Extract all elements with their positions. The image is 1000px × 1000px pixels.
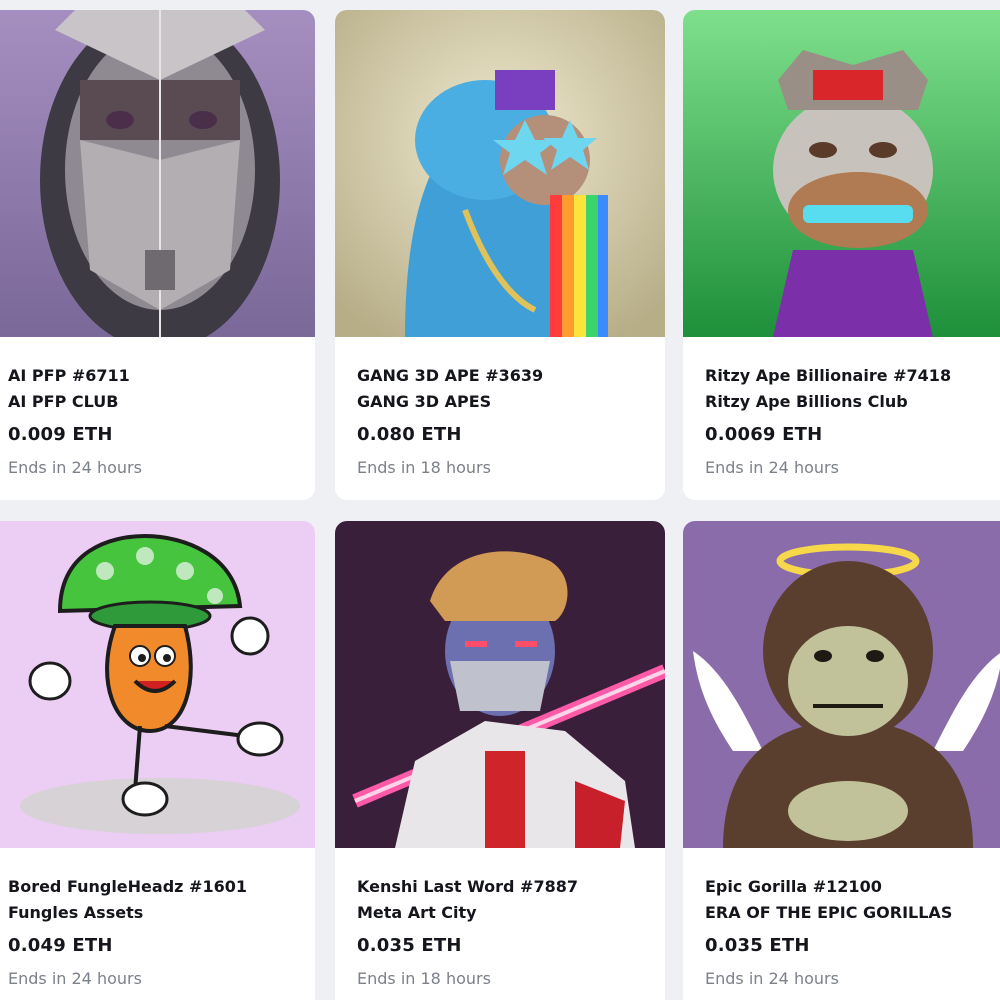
nft-card[interactable]: Epic Gorilla #12100 ERA OF THE EPIC GORI… — [683, 521, 1000, 1000]
auction-ends: Ends in 24 hours — [705, 969, 839, 988]
auction-ends: Ends in 24 hours — [8, 458, 142, 477]
auction-ends: Ends in 18 hours — [357, 458, 491, 477]
price: 0.009 ETH — [8, 424, 113, 445]
price: 0.035 ETH — [357, 935, 462, 956]
nft-name: AI PFP #6711 — [8, 366, 130, 385]
nft-name: GANG 3D APE #3639 — [357, 366, 544, 385]
nft-image[interactable] — [683, 521, 1000, 848]
auction-ends: Ends in 24 hours — [8, 969, 142, 988]
price: 0.0069 ETH — [705, 424, 823, 445]
nft-name: Ritzy Ape Billionaire #7418 — [705, 366, 952, 385]
collection-name[interactable]: AI PFP CLUB — [8, 389, 293, 415]
collection-name[interactable]: GANG 3D APES — [357, 389, 643, 415]
collection-name[interactable]: Ritzy Ape Billions Club — [705, 389, 991, 415]
price: 0.080 ETH — [357, 424, 462, 445]
nft-name: Kenshi Last Word #7887 — [357, 877, 578, 896]
collection-name[interactable]: Meta Art City — [357, 900, 643, 926]
nft-image[interactable] — [683, 10, 1000, 337]
nft-card[interactable]: Kenshi Last Word #7887 Meta Art City 0.0… — [335, 521, 665, 1000]
auction-ends: Ends in 24 hours — [705, 458, 839, 477]
nft-name: Bored FungleHeadz #1601 — [8, 877, 247, 896]
price: 0.049 ETH — [8, 935, 113, 956]
nft-name: Epic Gorilla #12100 — [705, 877, 882, 896]
collection-name[interactable]: Fungles Assets — [8, 900, 293, 926]
nft-card[interactable]: GANG 3D APE #3639 GANG 3D APES 0.080 ETH… — [335, 10, 665, 500]
price: 0.035 ETH — [705, 935, 810, 956]
auction-ends: Ends in 18 hours — [357, 969, 491, 988]
nft-image[interactable] — [335, 521, 665, 848]
collection-name[interactable]: ERA OF THE EPIC GORILLAS — [705, 900, 991, 926]
nft-card[interactable]: AI PFP #6711 AI PFP CLUB 0.009 ETH Ends … — [0, 10, 315, 500]
nft-card[interactable]: Ritzy Ape Billionaire #7418 Ritzy Ape Bi… — [683, 10, 1000, 500]
nft-grid: AI PFP #6711 AI PFP CLUB 0.009 ETH Ends … — [0, 0, 1000, 1000]
nft-image[interactable] — [335, 10, 665, 337]
nft-card[interactable]: Bored FungleHeadz #1601 Fungles Assets 0… — [0, 521, 315, 1000]
nft-image[interactable] — [0, 10, 315, 337]
nft-image[interactable] — [0, 521, 315, 848]
